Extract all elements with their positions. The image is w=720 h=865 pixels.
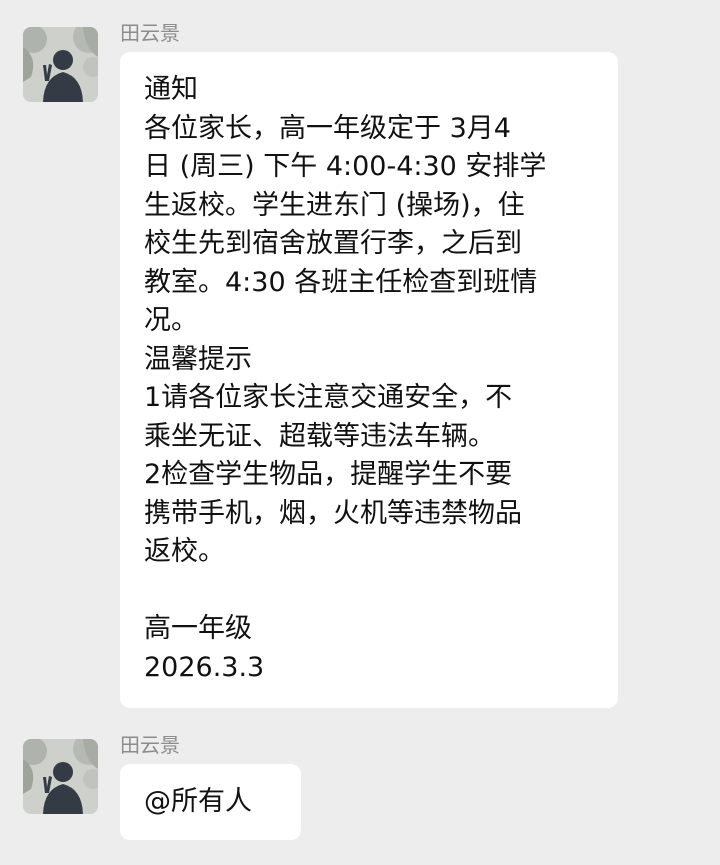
message-text-line: 2026.3.3 <box>144 651 265 683</box>
sender-avatar[interactable] <box>23 739 98 814</box>
sender-avatar[interactable] <box>23 27 98 102</box>
message-bubble[interactable]: 通知 各位家长，高一年级定于 3月4 日 (周三) 下午 4:00-4:30 安… <box>120 52 618 708</box>
message-text-line: 返校。 <box>144 536 225 567</box>
message-text-line: 高一年级 <box>144 613 252 644</box>
message-text-line: 通知 <box>144 74 198 105</box>
message-text-line: @所有人 <box>144 786 252 817</box>
message-text-line: 1请各位家长注意交通安全，不 <box>144 382 513 413</box>
message-text-line: 校生先到宿舍放置行李，之后到 <box>144 228 522 259</box>
message-text-line: 乘坐无证、超载等违法车辆。 <box>144 420 495 452</box>
message-text-line: 温馨提示 <box>144 343 252 375</box>
message-text-line: 2检查学生物品，提醒学生不要 <box>144 459 513 490</box>
sender-name: 田云景 <box>120 21 180 45</box>
message-text-line: 教室。4:30 各班主任检查到班情 <box>144 266 538 298</box>
avatar-silhouette-icon <box>23 739 98 814</box>
sender-name: 田云景 <box>120 733 180 757</box>
message-text-line: 况。 <box>144 305 198 336</box>
message-text-line: 携带手机，烟，火机等违禁物品 <box>144 497 522 529</box>
message-bubble[interactable]: @所有人 <box>120 764 301 840</box>
message-text-line: 生返校。学生进东门 (操场)，住 <box>144 189 525 221</box>
message-text-line <box>144 572 618 611</box>
avatar-silhouette-icon <box>23 27 98 102</box>
message-text-line: 各位家长，高一年级定于 3月4 <box>144 112 511 144</box>
message-text-line: 日 (周三) 下午 4:00-4:30 安排学 <box>144 151 547 182</box>
